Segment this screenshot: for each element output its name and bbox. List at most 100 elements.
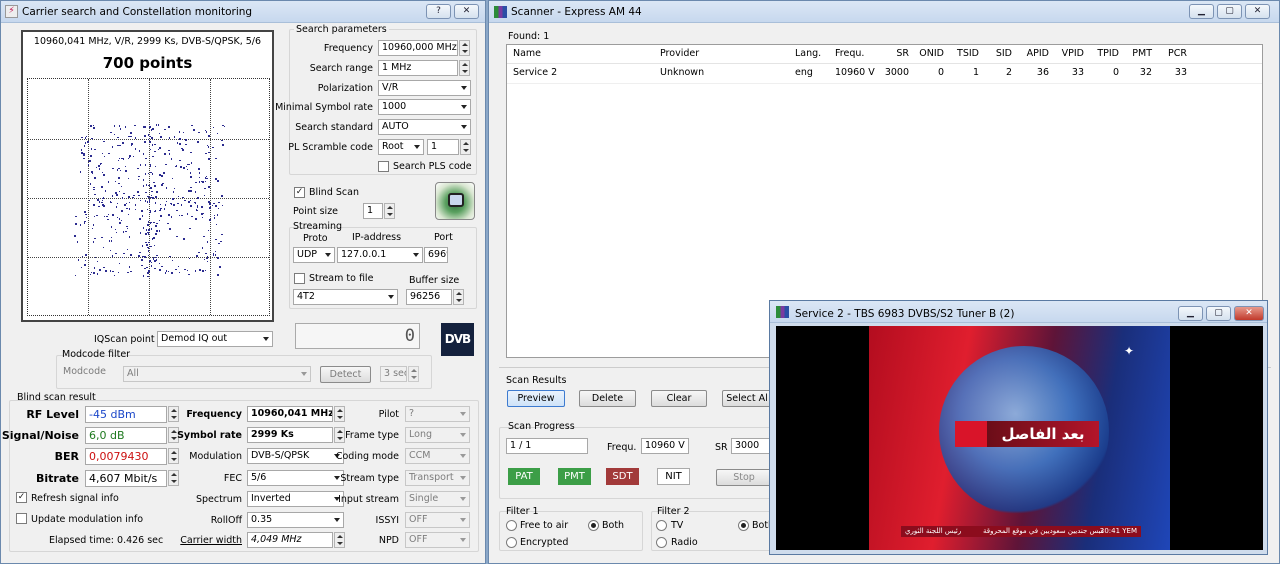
col-sid[interactable]: SID — [996, 48, 1012, 59]
search-standard-select[interactable]: AUTO — [378, 119, 471, 135]
rf-level-spinner[interactable] — [168, 406, 179, 422]
clear-button[interactable]: Clear — [651, 390, 707, 407]
col-lang[interactable]: Lang. — [795, 48, 821, 59]
issyi-label: ISSYI — [375, 515, 399, 526]
col-frequ[interactable]: Frequ. — [835, 48, 864, 59]
preview-button[interactable]: Preview — [507, 390, 565, 407]
frequency-spinner[interactable] — [459, 40, 470, 56]
constellation-point — [96, 273, 99, 275]
update-modulation-checkbox[interactable] — [16, 513, 27, 524]
constellation-point — [165, 163, 167, 166]
select-all-button[interactable]: Select Al — [722, 390, 772, 407]
constellation-point — [154, 202, 156, 204]
point-size-spinner[interactable] — [384, 203, 395, 219]
col-tpid[interactable]: TPID — [1097, 48, 1119, 59]
rolloff-select[interactable]: 0.35 — [247, 512, 344, 528]
constellation-point — [128, 201, 130, 204]
filter2-both-radio[interactable] — [738, 520, 749, 531]
pilot-select[interactable]: ? — [405, 406, 470, 422]
port-input[interactable]: 6969 — [424, 247, 448, 263]
col-apid[interactable]: APID — [1027, 48, 1049, 59]
constellation-panel: 10960,041 MHz, V/R, 2999 Ks, DVB-S/QPSK,… — [21, 30, 274, 322]
refresh-signal-checkbox[interactable]: ✓ — [16, 492, 27, 503]
time-input[interactable]: 3 sec — [380, 366, 407, 382]
col-vpid[interactable]: VPID — [1062, 48, 1084, 59]
stop-button[interactable]: Stop — [716, 469, 772, 486]
input-stream-label: Input stream — [338, 494, 399, 505]
time-spinner[interactable] — [408, 366, 419, 382]
maximize-button[interactable]: ▢ — [1206, 306, 1231, 321]
col-provider[interactable]: Provider — [660, 48, 699, 59]
carrier-width-label[interactable]: Carrier width — [180, 535, 242, 546]
proto-select[interactable]: UDP — [293, 247, 335, 263]
detect-button[interactable]: Detect — [320, 366, 371, 383]
fec-select[interactable]: 5/6 — [247, 470, 344, 486]
constellation-point — [116, 194, 118, 196]
ber-spinner[interactable] — [168, 448, 179, 464]
polarization-select[interactable]: V/R — [378, 80, 471, 96]
blind-scan-checkbox[interactable]: ✓ — [294, 187, 305, 198]
close-button[interactable]: ✕ — [1234, 306, 1264, 321]
coding-mode-select[interactable]: CCM — [405, 448, 470, 464]
stream-to-file-checkbox[interactable] — [294, 273, 305, 284]
constellation-point — [107, 213, 110, 216]
bitrate-label: Bitrate — [36, 472, 79, 485]
col-name[interactable]: Name — [513, 48, 541, 59]
close-button[interactable]: ✕ — [1245, 4, 1270, 19]
constellation-point — [145, 233, 147, 235]
file-mode-select[interactable]: 4T2 — [293, 289, 398, 305]
spectrum-select[interactable]: Inverted — [247, 491, 344, 507]
tv-radio[interactable] — [656, 520, 667, 531]
table-row[interactable]: Service 2 Unknown eng 10960 V 3000 0 1 2… — [507, 67, 1262, 84]
bitrate-spinner[interactable] — [168, 470, 179, 486]
free-to-air-radio[interactable] — [506, 520, 517, 531]
pl-scramble-code-input[interactable]: 1 — [427, 139, 459, 155]
pl-scramble-mode-select[interactable]: Root — [378, 139, 424, 155]
constellation-point — [84, 259, 86, 262]
search-range-input[interactable]: 1 MHz — [378, 60, 458, 76]
minimize-button[interactable]: ▁ — [1178, 306, 1203, 321]
search-pls-checkbox[interactable] — [378, 161, 389, 172]
modcode-select[interactable]: All — [123, 366, 311, 382]
modulation-select[interactable]: DVB-S/QPSK — [247, 448, 344, 464]
point-size-input[interactable]: 1 — [363, 203, 383, 219]
buffer-size-input[interactable]: 96256 — [406, 289, 452, 305]
maximize-button[interactable]: ▢ — [1217, 4, 1242, 19]
constellation-point — [151, 238, 154, 240]
blind-result-title: Blind scan result — [17, 392, 96, 403]
constellation-point — [144, 135, 146, 137]
symbol-rate-spinner[interactable] — [334, 427, 345, 443]
iqscan-select[interactable]: Demod IQ out — [157, 331, 273, 347]
col-tsid[interactable]: TSID — [957, 48, 979, 59]
frame-type-select[interactable]: Long — [405, 427, 470, 443]
encrypted-radio[interactable] — [506, 537, 517, 548]
buffer-size-spinner[interactable] — [453, 289, 464, 305]
carrier-width-spinner[interactable] — [334, 532, 345, 548]
frequency-input[interactable]: 10960,000 MHz — [378, 40, 458, 56]
col-pmt[interactable]: PMT — [1132, 48, 1152, 59]
ip-select[interactable]: 127.0.0.1 — [337, 247, 423, 263]
video-area[interactable]: ✦ بعد الفاصل رئيس اللجنة الثوري عبس جندي… — [776, 326, 1263, 550]
min-symbol-rate-select[interactable]: 1000 — [378, 99, 471, 115]
col-pcr[interactable]: PCR — [1168, 48, 1187, 59]
minimize-button[interactable]: ▁ — [1189, 4, 1214, 19]
col-sr[interactable]: SR — [896, 48, 909, 59]
help-button[interactable]: ? — [426, 4, 451, 19]
radio-radio[interactable] — [656, 537, 667, 548]
search-range-spinner[interactable] — [459, 60, 470, 76]
constellation-point — [141, 215, 144, 217]
constellation-point — [87, 164, 90, 166]
filter1-both-radio[interactable] — [588, 520, 599, 531]
result-frequency-spinner[interactable] — [334, 406, 345, 422]
issyi-select[interactable]: OFF — [405, 512, 470, 528]
close-button[interactable]: ✕ — [454, 4, 479, 19]
pl-scramble-spinner[interactable] — [460, 139, 471, 155]
npd-select[interactable]: OFF — [405, 532, 470, 548]
constellation-point — [93, 186, 95, 188]
stream-type-label: Stream type — [340, 473, 399, 484]
constellation-point — [177, 202, 179, 205]
col-onid[interactable]: ONID — [919, 48, 944, 59]
delete-button[interactable]: Delete — [579, 390, 636, 407]
input-stream-select[interactable]: Single — [405, 491, 470, 507]
stream-type-select[interactable]: Transport — [405, 470, 470, 486]
